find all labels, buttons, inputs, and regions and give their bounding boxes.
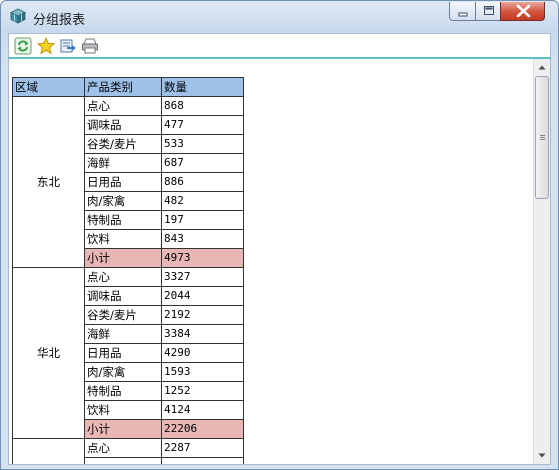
minimize-icon <box>458 12 468 17</box>
print-icon <box>82 38 98 54</box>
refresh-icon <box>14 37 32 55</box>
subtotal-quantity: 22206 <box>161 419 244 439</box>
category-cell: 点心 <box>84 96 162 116</box>
report-view: 区域 产品类别 数量 东北 点心 868 调味品 477 谷类/麦片 533 海… <box>8 59 551 465</box>
category-cell: 谷类/麦片 <box>84 134 162 154</box>
table-row: 点心 2287 <box>12 438 244 464</box>
category-cell: 日用品 <box>84 172 162 192</box>
window-title: 分组报表 <box>33 13 86 28</box>
print-button[interactable] <box>81 37 99 55</box>
vertical-scrollbar[interactable] <box>533 59 550 464</box>
region-cell: 东北 <box>12 96 85 268</box>
table-row: 华北 点心 3327 <box>12 267 244 439</box>
table-header-row: 区域 产品类别 数量 <box>12 77 244 97</box>
grouped-report-table: 区域 产品类别 数量 东北 点心 868 调味品 477 谷类/麦片 533 海… <box>12 77 244 464</box>
category-cell: 饮料 <box>84 229 162 249</box>
category-cell: 肉/家禽 <box>84 191 162 211</box>
quantity-cell: 3384 <box>161 324 244 344</box>
quantity-cell: 4124 <box>161 400 244 420</box>
grip-line <box>540 139 545 140</box>
maximize-icon <box>484 6 494 15</box>
quantity-cell: 477 <box>161 115 244 135</box>
minimize-button[interactable] <box>449 2 476 21</box>
quantity-cell: 886 <box>161 172 244 192</box>
refresh-button[interactable] <box>14 37 32 55</box>
subtotal-label: 小计 <box>84 248 162 268</box>
quantity-cell: 4290 <box>161 343 244 363</box>
quantity-cell: 687 <box>161 153 244 173</box>
category-cell: 调味品 <box>84 286 162 306</box>
quantity-cell: 843 <box>161 229 244 249</box>
toolbar <box>8 33 551 57</box>
title-bar[interactable]: 分组报表 <box>1 1 558 31</box>
maximize-button[interactable] <box>475 2 501 21</box>
header-quantity: 数量 <box>161 77 244 97</box>
subtotal-quantity: 4973 <box>161 248 244 268</box>
grip-line <box>540 137 545 138</box>
export-icon <box>60 39 76 53</box>
scroll-up-icon[interactable] <box>534 59 550 76</box>
quantity-cell: 1593 <box>161 362 244 382</box>
category-cell <box>84 457 162 464</box>
scrollbar-thumb[interactable] <box>535 76 549 199</box>
quantity-cell <box>161 457 244 464</box>
category-cell: 调味品 <box>84 115 162 135</box>
category-cell: 海鲜 <box>84 324 162 344</box>
quantity-cell: 3327 <box>161 267 244 287</box>
star-icon <box>36 36 56 55</box>
scroll-down-icon[interactable] <box>534 447 550 464</box>
quantity-cell: 2044 <box>161 286 244 306</box>
quantity-cell: 1252 <box>161 381 244 401</box>
quantity-cell: 197 <box>161 210 244 230</box>
category-cell: 日用品 <box>84 343 162 363</box>
subtotal-label: 小计 <box>84 419 162 439</box>
close-button[interactable] <box>500 2 545 21</box>
quantity-cell: 2192 <box>161 305 244 325</box>
cube-app-icon <box>10 8 26 24</box>
category-cell: 特制品 <box>84 210 162 230</box>
close-icon <box>516 4 531 18</box>
quantity-cell: 2287 <box>161 438 244 458</box>
report-window: 分组报表 区域 产品类别 数量 东北 点心 868 调味品 477 谷类/麦片 … <box>0 0 559 470</box>
category-cell: 特制品 <box>84 381 162 401</box>
grip-line <box>540 135 545 136</box>
quantity-cell: 482 <box>161 191 244 211</box>
header-region: 区域 <box>12 77 85 97</box>
category-cell: 饮料 <box>84 400 162 420</box>
category-cell: 谷类/麦片 <box>84 305 162 325</box>
favorite-button[interactable] <box>36 36 56 55</box>
quantity-cell: 868 <box>161 96 244 116</box>
table-row: 东北 点心 868 <box>12 96 244 268</box>
category-cell: 肉/家禽 <box>84 362 162 382</box>
export-button[interactable] <box>59 37 77 55</box>
category-cell: 点心 <box>84 438 162 458</box>
header-category: 产品类别 <box>84 77 162 97</box>
quantity-cell: 533 <box>161 134 244 154</box>
region-cell: 华北 <box>12 267 85 439</box>
category-cell: 海鲜 <box>84 153 162 173</box>
category-cell: 点心 <box>84 267 162 287</box>
region-cell <box>12 438 85 464</box>
